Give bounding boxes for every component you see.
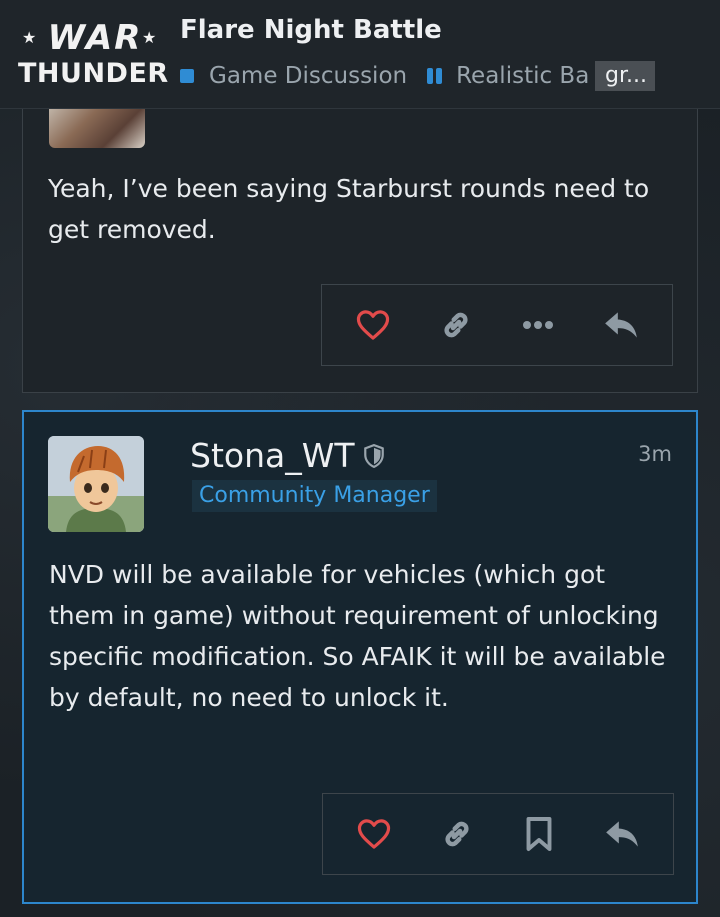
link-icon (444, 312, 468, 338)
more-button[interactable] (516, 303, 560, 347)
bookmark-icon (526, 817, 552, 851)
post-actions (321, 284, 673, 366)
logo-thunder-text: THUNDER (18, 58, 169, 89)
like-button[interactable] (352, 812, 396, 856)
war-thunder-logo[interactable]: ★ WAR ★ THUNDER (18, 14, 168, 94)
site-header: ★ WAR ★ THUNDER Flare Night Battle Game … (0, 0, 720, 109)
avatar[interactable] (48, 436, 144, 532)
star-icon: ★ (142, 28, 157, 47)
subcategory-link[interactable]: Realistic Ba (456, 63, 589, 89)
heart-icon (357, 310, 390, 340)
post-highlighted: Stona_WT Community Manager 3m NVD will b… (22, 410, 698, 904)
share-link-button[interactable] (434, 303, 478, 347)
topic-title[interactable]: Flare Night Battle (180, 15, 442, 45)
category-badge-icon (180, 69, 194, 83)
reply-icon (604, 312, 637, 338)
user-title-badge[interactable]: Community Manager (192, 480, 437, 512)
subcategory-badge-icon (427, 68, 443, 84)
star-icon: ★ (22, 28, 37, 47)
reply-button[interactable] (599, 303, 643, 347)
breadcrumb: Game Discussion Realistic Ba (180, 60, 589, 92)
username[interactable]: Stona_WT (190, 436, 385, 475)
more-icon (523, 321, 554, 329)
post-actions (322, 793, 674, 875)
like-button[interactable] (351, 303, 395, 347)
share-link-button[interactable] (435, 812, 479, 856)
reply-button[interactable] (600, 812, 644, 856)
heart-icon (358, 819, 391, 849)
category-link[interactable]: Game Discussion (209, 63, 407, 89)
bookmark-button[interactable] (517, 812, 561, 856)
post-body: NVD will be available for vehicles (whic… (49, 560, 666, 712)
shield-icon (363, 443, 384, 468)
post-timestamp[interactable]: 3m (638, 442, 672, 466)
avatar-image (48, 436, 144, 532)
reply-icon (605, 821, 638, 847)
link-icon (445, 821, 469, 847)
tags-overflow[interactable]: gr... (595, 61, 655, 91)
post: Yeah, I’ve been saying Starburst rounds … (22, 100, 698, 393)
username-text: Stona_WT (190, 436, 355, 475)
post-body: Yeah, I’ve been saying Starburst rounds … (48, 174, 650, 244)
logo-war-text: WAR (47, 18, 143, 58)
